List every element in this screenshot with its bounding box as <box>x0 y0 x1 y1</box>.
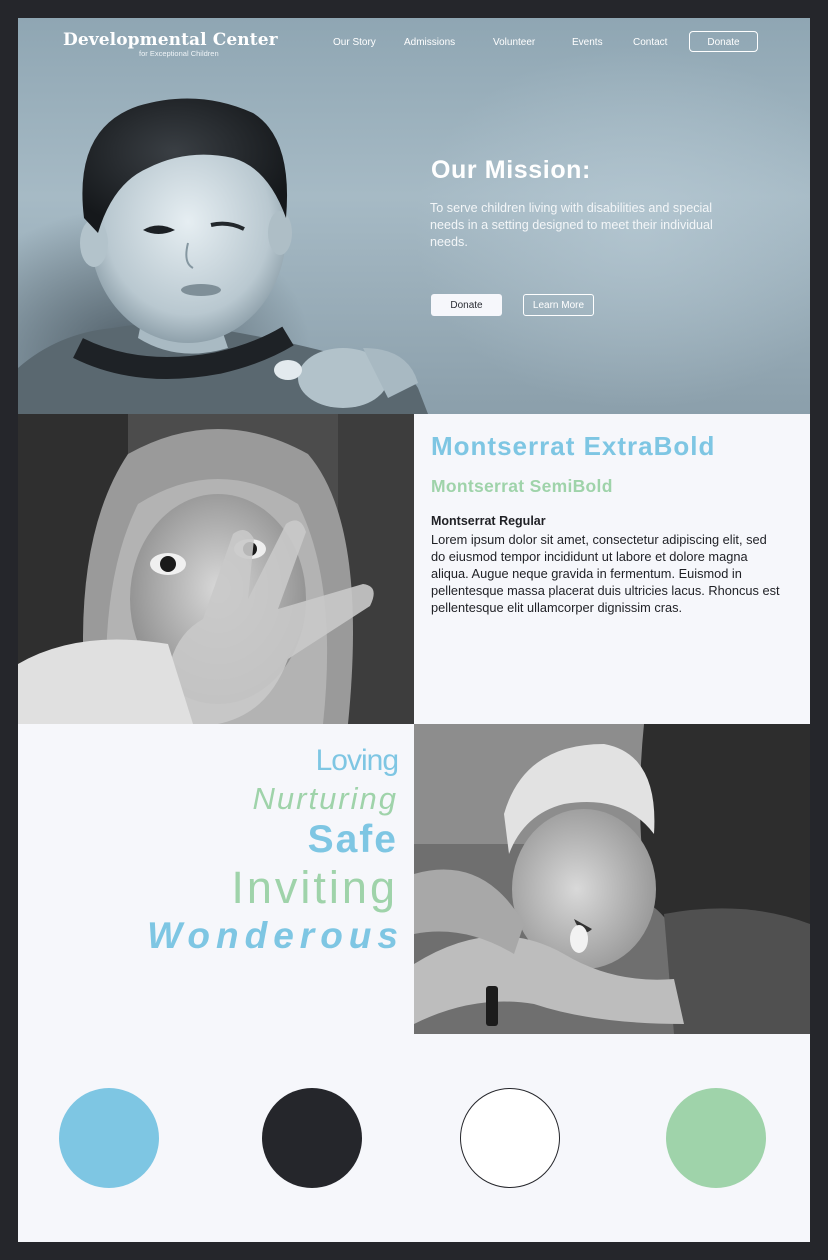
word-loving: Loving <box>315 744 399 777</box>
mission-body: To serve children living with disabiliti… <box>430 201 713 249</box>
word-safe: Safe <box>307 818 398 861</box>
page-frame: Developmental Center for Exceptional Chi… <box>18 18 810 1242</box>
word-nurturing: Nurturing <box>252 781 398 816</box>
hero-section: Developmental Center for Exceptional Chi… <box>18 18 810 414</box>
girl-reaching-photo <box>18 414 414 724</box>
nav-volunteer[interactable]: Volunteer <box>493 37 535 48</box>
nav-admissions[interactable]: Admissions <box>404 37 455 48</box>
swatch-white <box>460 1088 560 1188</box>
mission-title: Our Mission: <box>431 156 591 184</box>
girl-photo <box>18 414 414 724</box>
hero-donate-button[interactable]: Donate <box>431 294 502 316</box>
swatch-blue <box>59 1088 159 1188</box>
nav-our-story[interactable]: Our Story <box>333 37 376 48</box>
boy-photo <box>414 724 810 1034</box>
word-inviting: Inviting <box>231 862 398 913</box>
typography-body: Lorem ipsum dolor sit amet, consectetur … <box>431 532 780 615</box>
typography-heading-3: Montserrat Regular <box>431 514 546 528</box>
typography-panel: Montserrat ExtraBold Montserrat SemiBold… <box>414 414 810 724</box>
nav-contact[interactable]: Contact <box>633 37 667 48</box>
color-swatches <box>18 1034 810 1242</box>
values-words: Loving Nurturing Safe Inviting Wonderous <box>18 724 414 1034</box>
word-wonderous: Wonderous <box>147 915 404 956</box>
learn-more-button[interactable]: Learn More <box>523 294 594 316</box>
swatch-dark <box>262 1088 362 1188</box>
typography-heading-1: Montserrat ExtraBold <box>431 431 716 461</box>
swatch-green <box>666 1088 766 1188</box>
nav-events[interactable]: Events <box>572 37 603 48</box>
nav-donate-button[interactable]: Donate <box>689 31 758 52</box>
typography-heading-2: Montserrat SemiBold <box>431 476 613 496</box>
main-nav: Our Story Admissions Volunteer Events Co… <box>18 31 810 55</box>
boy-drinking-photo <box>414 724 810 1034</box>
